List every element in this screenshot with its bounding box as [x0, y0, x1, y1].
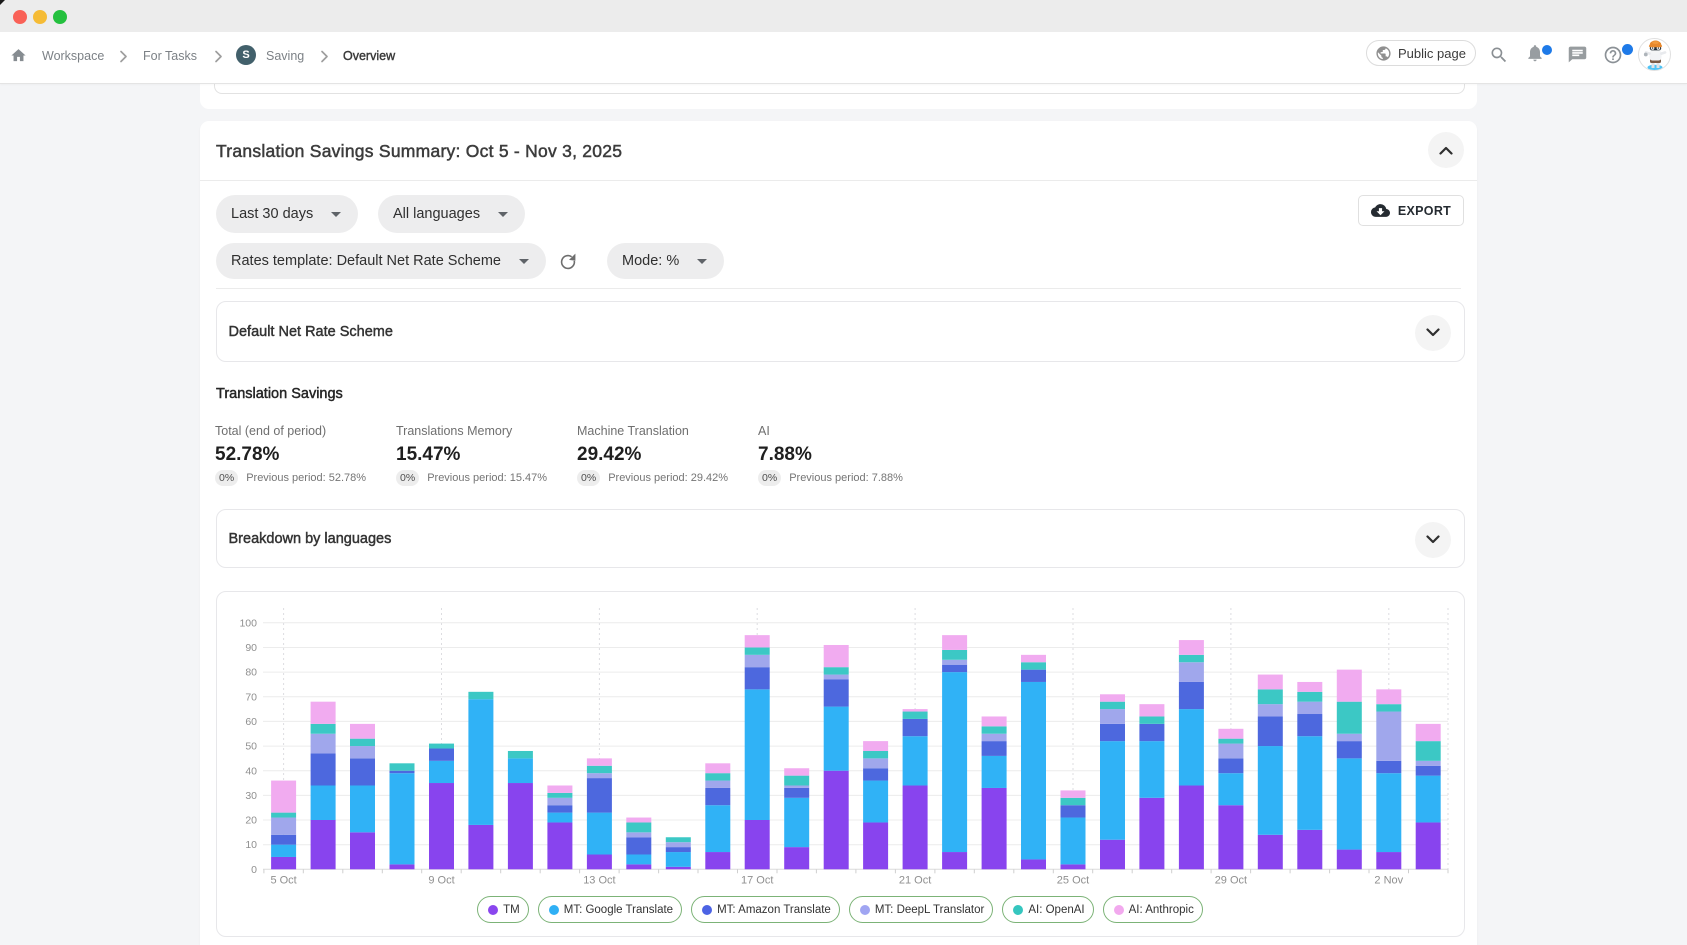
- svg-text:21 Oct: 21 Oct: [898, 874, 930, 886]
- svg-text:29 Oct: 29 Oct: [1214, 874, 1246, 886]
- svg-text:0: 0: [251, 864, 257, 876]
- svg-text:5 Oct: 5 Oct: [270, 874, 296, 886]
- svg-text:2 Nov: 2 Nov: [1374, 874, 1403, 886]
- svg-text:17 Oct: 17 Oct: [740, 874, 772, 886]
- svg-text:30: 30: [245, 790, 257, 802]
- svg-text:40: 40: [245, 765, 257, 777]
- svg-text:50: 50: [245, 741, 257, 753]
- svg-text:9 Oct: 9 Oct: [428, 874, 454, 886]
- svg-text:20: 20: [245, 815, 257, 827]
- svg-text:100: 100: [239, 617, 257, 629]
- svg-text:25 Oct: 25 Oct: [1056, 874, 1088, 886]
- svg-text:10: 10: [245, 839, 257, 851]
- svg-text:60: 60: [245, 716, 257, 728]
- svg-text:90: 90: [245, 642, 257, 654]
- svg-text:80: 80: [245, 667, 257, 679]
- svg-text:13 Oct: 13 Oct: [583, 874, 615, 886]
- svg-text:70: 70: [245, 691, 257, 703]
